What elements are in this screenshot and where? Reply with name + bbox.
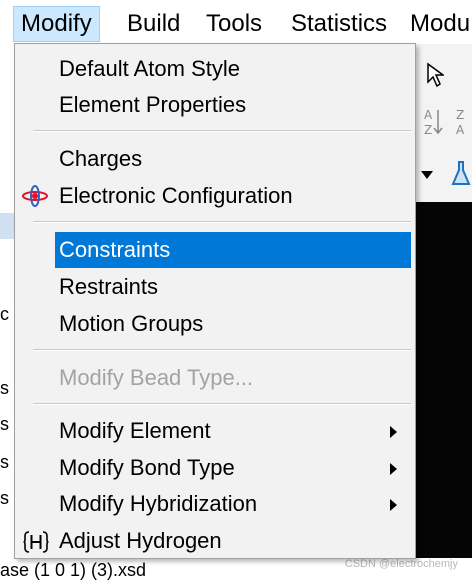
menu-item-label: Restraints — [59, 274, 159, 299]
submenu-arrow-icon — [390, 426, 397, 438]
menu-separator — [33, 403, 411, 405]
menu-item-restraints[interactable]: Restraints — [55, 269, 411, 305]
modify-dropdown-menu: Default Atom Style Element Properties Ch… — [14, 43, 416, 559]
electron-orbit-icon — [22, 185, 48, 207]
flask-icon[interactable] — [450, 160, 472, 188]
submenu-arrow-icon — [390, 499, 397, 511]
menu-item-modify-hybridization[interactable]: Modify Hybridization — [55, 486, 411, 522]
menu-item-modify-bead-type: Modify Bead Type... — [55, 360, 411, 396]
menu-separator — [33, 221, 411, 223]
menu-modules[interactable]: Modu — [403, 6, 472, 42]
3d-viewer[interactable] — [414, 202, 472, 558]
explorer-text: c — [0, 304, 9, 324]
svg-text:A: A — [456, 123, 465, 137]
menu-build[interactable]: Build — [120, 6, 187, 42]
menu-item-element-properties[interactable]: Element Properties — [55, 87, 411, 123]
explorer-text: s — [0, 488, 9, 508]
menu-item-electronic-configuration[interactable]: Electronic Configuration — [55, 178, 411, 214]
explorer-text: s — [0, 452, 9, 472]
sort-za-icon[interactable]: Z A — [454, 106, 472, 140]
menu-item-label: Modify Hybridization — [59, 491, 258, 516]
menu-item-label: Motion Groups — [59, 311, 204, 336]
menu-item-label: Default Atom Style — [59, 56, 240, 81]
explorer-text: s — [0, 378, 9, 398]
menu-item-adjust-hydrogen[interactable]: Adjust Hydrogen — [55, 523, 411, 559]
document-tab[interactable]: ase (1 0 1) (3).xsd — [0, 560, 146, 581]
menu-item-label: Modify Bead Type... — [59, 365, 254, 390]
sort-az-icon[interactable]: A Z — [422, 106, 444, 140]
svg-text:Z: Z — [456, 108, 464, 122]
menu-item-label: Charges — [59, 146, 143, 171]
pointer-icon[interactable] — [426, 62, 444, 88]
menu-item-default-atom-style[interactable]: Default Atom Style — [55, 51, 411, 87]
menu-item-label: Constraints — [59, 237, 171, 262]
menu-item-charges[interactable]: Charges — [55, 141, 411, 177]
explorer-selected-row — [0, 213, 14, 239]
menu-item-modify-element[interactable]: Modify Element — [55, 413, 411, 449]
menu-statistics[interactable]: Statistics — [284, 6, 394, 42]
menu-item-label: Adjust Hydrogen — [59, 528, 222, 553]
menu-item-constraints[interactable]: Constraints — [55, 232, 411, 268]
menu-item-modify-bond-type[interactable]: Modify Bond Type — [55, 450, 411, 486]
toolbar-area: A Z Z A — [414, 44, 472, 202]
menu-item-label: Modify Element — [59, 418, 211, 443]
menu-modify[interactable]: Modify — [13, 6, 100, 42]
svg-text:Z: Z — [424, 123, 432, 137]
svg-text:A: A — [424, 108, 433, 122]
menubar: Modify Build Tools Statistics Modu — [0, 0, 472, 45]
dropdown-arrow-icon[interactable] — [420, 170, 434, 180]
menu-item-label: Electronic Configuration — [59, 183, 293, 208]
menu-item-label: Modify Bond Type — [59, 455, 235, 480]
explorer-text: s — [0, 414, 9, 434]
menu-separator — [33, 349, 411, 351]
hydrogen-icon — [23, 531, 49, 553]
watermark: CSDN @electrochemjy — [344, 558, 458, 570]
menu-item-motion-groups[interactable]: Motion Groups — [55, 306, 411, 342]
menu-item-label: Element Properties — [59, 92, 247, 117]
menu-tools[interactable]: Tools — [199, 6, 269, 42]
menu-separator — [33, 130, 411, 132]
submenu-arrow-icon — [390, 463, 397, 475]
